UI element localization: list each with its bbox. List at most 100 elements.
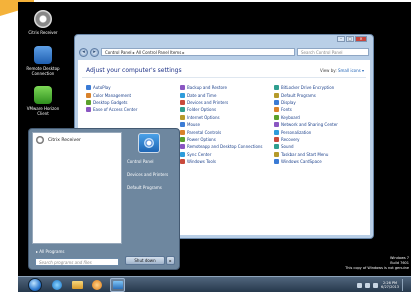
taskbar-file-explorer[interactable]: [70, 278, 85, 292]
control-panel-item-icon: [274, 151, 279, 157]
shutdown-button[interactable]: Shut down: [125, 256, 165, 265]
citrix-receiver-icon: [36, 136, 44, 144]
control-panel-item-icon: [274, 122, 279, 128]
control-panel-item-label: Folder Options: [187, 107, 217, 113]
control-panel-item[interactable]: Devices and Printers: [180, 99, 268, 106]
notification-area: 2:26 PM 6/27/2013: [357, 279, 407, 291]
control-panel-item-label: Sync Center: [187, 151, 212, 157]
control-panel-item-icon: [180, 99, 185, 105]
control-panel-item-label: Date and Time: [187, 92, 217, 98]
control-panel-item-label: Sound: [281, 144, 294, 150]
view-by-control[interactable]: View by: Small icons ▾: [320, 68, 364, 73]
control-panel-item[interactable]: Mouse: [180, 121, 268, 128]
show-desktop-button[interactable]: [402, 279, 407, 291]
control-panel-item[interactable]: Parental Controls: [180, 128, 268, 135]
control-panel-item-icon: [274, 92, 279, 98]
address-bar[interactable]: Control Panel ▸ All Control Panel Items …: [101, 48, 295, 56]
control-panel-item-icon: [180, 151, 185, 157]
start-menu-devices-and-printers[interactable]: Devices and Printers: [127, 172, 168, 177]
desktop-icon-remote-desktop[interactable]: Remote Desktop Connection: [21, 46, 65, 76]
taskbar-control-panel[interactable]: [110, 278, 125, 292]
network-icon[interactable]: [365, 282, 371, 288]
search-input[interactable]: Search Control Panel: [297, 48, 369, 56]
control-panel-item[interactable]: Desktop Gadgets: [86, 99, 174, 106]
control-panel-item-icon: [274, 129, 279, 135]
control-panel-item-label: Remoteapp and Desktop Connections: [187, 144, 263, 150]
control-panel-item[interactable]: Folder Options: [180, 106, 268, 113]
control-panel-item[interactable]: Default Programs: [274, 91, 362, 98]
shutdown-options-button[interactable]: ▸: [166, 256, 175, 265]
control-panel-item-icon: [180, 92, 185, 98]
control-panel-item-icon: [274, 85, 279, 91]
control-panel-item[interactable]: Sound: [274, 143, 362, 150]
show-hidden-icons-icon[interactable]: [357, 282, 363, 288]
window-titlebar[interactable]: – □ ×: [75, 35, 373, 45]
control-panel-item-label: Keyboard: [281, 114, 300, 120]
control-panel-item[interactable]: Remoteapp and Desktop Connections: [180, 143, 268, 150]
view-by-select[interactable]: Small icons ▾: [338, 68, 364, 73]
control-panel-icon: [113, 281, 123, 289]
control-panel-item-label: Internet Options: [187, 114, 220, 120]
control-panel-item-icon: [86, 99, 91, 105]
items-column-1: AutoPlay Color Management Desktop Gadgets E…: [86, 84, 174, 114]
start-button[interactable]: [28, 278, 42, 292]
volume-icon[interactable]: [373, 282, 379, 288]
control-panel-item[interactable]: BitLocker Drive Encryption: [274, 84, 362, 91]
citrix-receiver-icon: [34, 10, 52, 28]
control-panel-item[interactable]: Recovery: [274, 136, 362, 143]
control-panel-item[interactable]: Windows CardSpace: [274, 158, 362, 165]
desktop-icon-vmware-horizon[interactable]: VMware Horizon Client: [21, 86, 65, 116]
view-by-label: View by:: [319, 68, 337, 73]
control-panel-item-label: AutoPlay: [93, 85, 111, 91]
control-panel-item[interactable]: Fonts: [274, 106, 362, 113]
control-panel-item-label: Windows Tools: [187, 159, 216, 165]
control-panel-item-label: Display: [281, 99, 296, 105]
control-panel-item-label: Mouse: [187, 122, 200, 128]
clock[interactable]: 2:26 PM 6/27/2013: [381, 281, 399, 289]
start-menu-control-panel[interactable]: Control Panel: [127, 159, 154, 164]
control-panel-item-icon: [274, 99, 279, 105]
control-panel-item[interactable]: Backup and Restore: [180, 84, 268, 91]
control-panel-item[interactable]: Internet Options: [180, 114, 268, 121]
close-button[interactable]: ×: [355, 36, 367, 42]
control-panel-item-label: Recovery: [281, 136, 300, 142]
clock-date: 6/27/2013: [381, 285, 399, 289]
taskbar-media-player[interactable]: [90, 278, 105, 292]
start-menu-default-programs[interactable]: Default Programs: [127, 185, 162, 190]
divider: [82, 77, 366, 78]
folder-icon: [72, 281, 83, 289]
start-search-input[interactable]: Search programs and files: [35, 258, 119, 266]
navigation-bar: ◂ ▸ Control Panel ▸ All Control Panel It…: [79, 47, 369, 57]
taskbar: 2:26 PM 6/27/2013: [18, 276, 411, 292]
control-panel-item[interactable]: Personalization: [274, 128, 362, 135]
user-picture[interactable]: [138, 133, 160, 153]
forward-button[interactable]: ▸: [90, 47, 99, 57]
start-menu-item-citrix-receiver[interactable]: Citrix Receiver: [33, 133, 121, 147]
control-panel-item-icon: [180, 144, 185, 150]
desktop-icon-label: Remote Desktop Connection: [26, 66, 60, 76]
desktop-icon-citrix-receiver[interactable]: Citrix Receiver: [21, 10, 65, 35]
maximize-button[interactable]: □: [346, 36, 354, 42]
control-panel-item[interactable]: Keyboard: [274, 114, 362, 121]
control-panel-item[interactable]: Date and Time: [180, 91, 268, 98]
minimize-button[interactable]: –: [337, 36, 345, 42]
control-panel-item-icon: [86, 107, 91, 113]
control-panel-item-icon: [274, 144, 279, 150]
control-panel-item-label: Taskbar and Start Menu: [281, 151, 329, 157]
taskbar-internet-explorer[interactable]: [50, 278, 65, 292]
control-panel-item[interactable]: Sync Center: [180, 151, 268, 158]
control-panel-item[interactable]: Taskbar and Start Menu: [274, 151, 362, 158]
media-player-icon: [92, 280, 102, 290]
control-panel-item[interactable]: Network and Sharing Center: [274, 121, 362, 128]
back-button[interactable]: ◂: [79, 47, 88, 57]
control-panel-item[interactable]: Ease of Access Center: [86, 106, 174, 113]
control-panel-item[interactable]: Windows Tools: [180, 158, 268, 165]
all-programs-link[interactable]: ▸ All Programs: [32, 247, 122, 256]
control-panel-item[interactable]: Color Management: [86, 91, 174, 98]
control-panel-item[interactable]: Display: [274, 99, 362, 106]
control-panel-item-label: Devices and Printers: [187, 99, 229, 105]
control-panel-item[interactable]: Power Options: [180, 136, 268, 143]
control-panel-item[interactable]: AutoPlay: [86, 84, 174, 91]
control-panel-item-label: Color Management: [93, 92, 132, 98]
start-menu-item-label: Citrix Receiver: [48, 137, 81, 143]
